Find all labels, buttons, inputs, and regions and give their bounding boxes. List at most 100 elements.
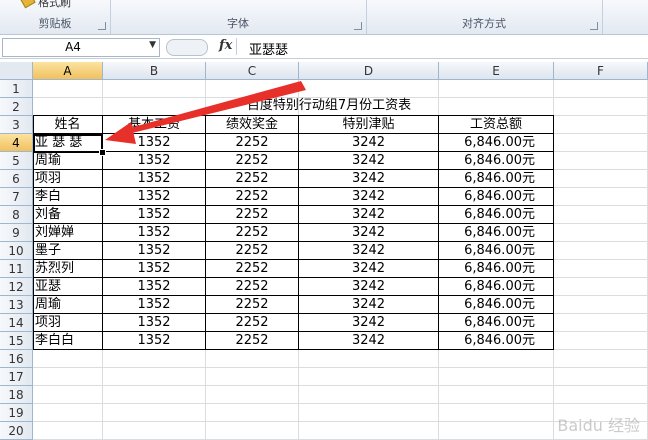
value-cell[interactable]: 2252: [206, 224, 299, 242]
row-header-9[interactable]: 9: [0, 224, 33, 242]
name-cell[interactable]: 苏烈列: [33, 260, 103, 278]
select-all-corner[interactable]: [0, 62, 33, 80]
cell[interactable]: [554, 386, 648, 404]
cell[interactable]: [103, 404, 206, 422]
name-cell[interactable]: 刘备: [33, 206, 103, 224]
name-box[interactable]: A4 ▼: [2, 38, 160, 57]
value-cell[interactable]: 1352: [103, 278, 206, 296]
cell[interactable]: [33, 368, 103, 386]
row-header-5[interactable]: 5: [0, 152, 33, 170]
column-header-e[interactable]: E: [439, 62, 554, 80]
formula-input[interactable]: 亚瑟瑟: [236, 38, 647, 58]
sheet-title[interactable]: 百度特别行动组7月份工资表: [104, 97, 554, 115]
cell[interactable]: [206, 80, 299, 98]
value-cell[interactable]: 3242: [299, 296, 439, 314]
cell[interactable]: [439, 368, 554, 386]
name-cell[interactable]: 刘婵婵: [33, 224, 103, 242]
cell[interactable]: [33, 98, 103, 116]
cell[interactable]: [554, 242, 648, 260]
cell[interactable]: [554, 368, 648, 386]
row-header-11[interactable]: 11: [0, 260, 33, 278]
cell[interactable]: [554, 98, 648, 116]
row-header-20[interactable]: 20: [0, 422, 33, 440]
value-cell[interactable]: 2252: [206, 134, 299, 152]
value-cell[interactable]: 1352: [103, 242, 206, 260]
value-cell[interactable]: 3242: [299, 134, 439, 152]
cell[interactable]: [206, 422, 299, 440]
cell[interactable]: [554, 80, 648, 98]
cell[interactable]: [554, 188, 648, 206]
value-cell[interactable]: 3242: [299, 152, 439, 170]
cell[interactable]: [206, 350, 299, 368]
value-cell[interactable]: 3242: [299, 260, 439, 278]
value-cell[interactable]: 1352: [103, 224, 206, 242]
column-header-d[interactable]: D: [299, 62, 439, 80]
cell[interactable]: [554, 224, 648, 242]
header-cell[interactable]: 姓名: [33, 116, 103, 134]
cell[interactable]: [299, 422, 439, 440]
cell[interactable]: [439, 386, 554, 404]
formula-bar-resize-handle[interactable]: [166, 39, 208, 56]
row-header-17[interactable]: 17: [0, 368, 33, 386]
value-cell[interactable]: 1352: [103, 188, 206, 206]
name-cell[interactable]: 亚瑟: [33, 278, 103, 296]
value-cell[interactable]: 1352: [103, 152, 206, 170]
value-cell[interactable]: 3242: [299, 332, 439, 350]
cell[interactable]: [439, 404, 554, 422]
fill-handle[interactable]: [99, 149, 106, 156]
header-cell[interactable]: 绩效奖金: [206, 116, 299, 134]
row-header-16[interactable]: 16: [0, 350, 33, 368]
cell[interactable]: [33, 80, 103, 98]
value-cell[interactable]: 2252: [206, 206, 299, 224]
cell[interactable]: [103, 368, 206, 386]
alignment-launcher-icon[interactable]: [590, 22, 598, 30]
value-cell[interactable]: 3242: [299, 242, 439, 260]
value-cell[interactable]: 6,846.00元: [439, 332, 554, 350]
value-cell[interactable]: 1352: [103, 170, 206, 188]
row-header-19[interactable]: 19: [0, 404, 33, 422]
row-header-6[interactable]: 6: [0, 170, 33, 188]
column-header-a[interactable]: A: [33, 62, 103, 80]
name-cell[interactable]: 项羽: [33, 170, 103, 188]
name-cell[interactable]: 李白白: [33, 332, 103, 350]
column-header-b[interactable]: B: [103, 62, 206, 80]
cell[interactable]: [554, 152, 648, 170]
value-cell[interactable]: 6,846.00元: [439, 170, 554, 188]
row-header-4[interactable]: 4: [0, 134, 33, 152]
value-cell[interactable]: 3242: [299, 278, 439, 296]
row-header-12[interactable]: 12: [0, 278, 33, 296]
value-cell[interactable]: 2252: [206, 296, 299, 314]
value-cell[interactable]: 3242: [299, 224, 439, 242]
name-cell[interactable]: 周瑜: [33, 296, 103, 314]
value-cell[interactable]: 2252: [206, 278, 299, 296]
value-cell[interactable]: 6,846.00元: [439, 296, 554, 314]
cell[interactable]: [554, 170, 648, 188]
value-cell[interactable]: 2252: [206, 260, 299, 278]
cell[interactable]: [33, 404, 103, 422]
value-cell[interactable]: 1352: [103, 206, 206, 224]
value-cell[interactable]: 6,846.00元: [439, 242, 554, 260]
name-cell[interactable]: 李白: [33, 188, 103, 206]
name-cell[interactable]: 墨子: [33, 242, 103, 260]
value-cell[interactable]: 2252: [206, 332, 299, 350]
value-cell[interactable]: 1352: [103, 134, 206, 152]
value-cell[interactable]: 1352: [103, 314, 206, 332]
cell[interactable]: [439, 422, 554, 440]
cell[interactable]: [439, 80, 554, 98]
value-cell[interactable]: 6,846.00元: [439, 188, 554, 206]
column-header-f[interactable]: F: [554, 62, 648, 80]
value-cell[interactable]: 6,846.00元: [439, 278, 554, 296]
value-cell[interactable]: 1352: [103, 296, 206, 314]
cell[interactable]: [103, 350, 206, 368]
clipboard-launcher-icon[interactable]: [98, 22, 106, 30]
cell[interactable]: [299, 386, 439, 404]
font-launcher-icon[interactable]: [354, 22, 362, 30]
value-cell[interactable]: 3242: [299, 170, 439, 188]
header-cell[interactable]: 工资总额: [439, 116, 554, 134]
header-cell[interactable]: 基本工资: [103, 116, 206, 134]
name-cell[interactable]: 亚 瑟 瑟: [33, 134, 103, 152]
cell[interactable]: [554, 350, 648, 368]
name-cell[interactable]: 项羽: [33, 314, 103, 332]
cell[interactable]: [33, 422, 103, 440]
cell[interactable]: [554, 206, 648, 224]
